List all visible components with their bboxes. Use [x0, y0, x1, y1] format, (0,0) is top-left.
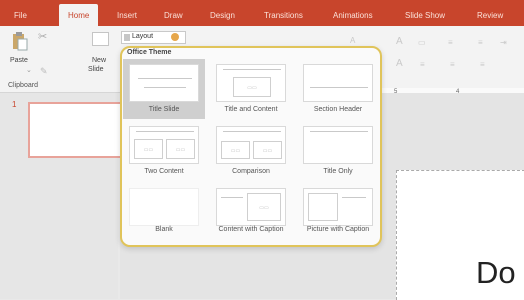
layout-two-content[interactable]: ▭▭ ▭▭ Two Content — [123, 121, 205, 181]
tab-home[interactable]: Home — [59, 4, 99, 26]
tab-transitions[interactable]: Transitions — [264, 0, 303, 26]
layout-content-with-caption-label: Content with Caption — [218, 226, 284, 233]
clear-format-icon[interactable]: ▭ — [418, 38, 426, 47]
layout-picture-with-caption-label: Picture with Caption — [306, 226, 370, 233]
tab-insert[interactable]: Insert — [117, 0, 137, 26]
layout-title-slide[interactable]: Title Slide — [123, 59, 205, 119]
font-color-icon[interactable]: A — [396, 58, 403, 69]
numbering-icon[interactable]: ≡ — [478, 38, 483, 47]
layout-comparison-preview: ▭▭ ▭▭ — [216, 126, 286, 164]
layout-content-with-caption[interactable]: ▭▭ Content with Caption — [210, 183, 292, 243]
layout-title-slide-label: Title Slide — [148, 106, 180, 113]
grow-font-icon[interactable]: A — [396, 36, 403, 47]
align-right-icon[interactable]: ≡ — [480, 60, 485, 69]
layout-title-only-preview — [303, 126, 373, 164]
gallery-title: Office Theme — [127, 49, 172, 56]
tab-draw[interactable]: Draw — [164, 0, 183, 26]
layout-icon — [124, 34, 130, 41]
tab-slide-show[interactable]: Slide Show — [405, 0, 445, 26]
tab-design[interactable]: Design — [210, 0, 235, 26]
paste-dropdown-icon[interactable]: ⌄ — [26, 66, 32, 74]
new-slide-icon[interactable] — [92, 32, 109, 46]
paste-button-label[interactable]: Paste — [10, 57, 28, 64]
indent-icon[interactable]: ⇥ — [500, 38, 507, 47]
layout-title-slide-preview — [129, 64, 199, 102]
new-slide-label-line1[interactable]: New — [92, 57, 106, 64]
font-size-increase-icon[interactable]: A — [350, 36, 355, 45]
layout-title-and-content-label: Title and Content — [224, 106, 278, 113]
align-left-icon[interactable]: ≡ — [420, 60, 425, 69]
cut-icon[interactable]: ✂ — [38, 30, 47, 43]
layout-dropdown-icon[interactable] — [171, 33, 179, 41]
slide-thumbnail[interactable] — [28, 102, 126, 158]
tab-review[interactable]: Review — [477, 0, 503, 26]
layout-button-label: Layout — [132, 33, 154, 40]
paste-icon[interactable] — [12, 31, 28, 51]
layout-title-and-content[interactable]: ▭▭ Title and Content — [210, 59, 292, 119]
layout-title-only[interactable]: Title Only — [297, 121, 379, 181]
layout-blank-preview — [129, 188, 199, 226]
layout-blank-label: Blank — [155, 226, 173, 233]
layout-section-header-label: Section Header — [313, 106, 363, 113]
slide-number: 1 — [12, 100, 17, 109]
tab-animations[interactable]: Animations — [333, 0, 373, 26]
layout-section-header[interactable]: Section Header — [297, 59, 379, 119]
bullets-icon[interactable]: ≡ — [448, 38, 453, 47]
layout-section-header-preview — [303, 64, 373, 102]
layout-blank[interactable]: Blank — [123, 183, 205, 243]
layout-title-and-content-preview: ▭▭ — [216, 64, 286, 102]
layout-content-with-caption-preview: ▭▭ — [216, 188, 286, 226]
format-painter-icon[interactable]: ✎ — [40, 66, 48, 77]
new-slide-label-line2[interactable]: Slide — [88, 66, 104, 73]
ribbon-tab-bar: File Home Insert Draw Design Transitions… — [0, 0, 524, 26]
layout-two-content-label: Two Content — [144, 168, 184, 175]
align-center-icon[interactable]: ≡ — [450, 60, 455, 69]
layout-title-only-label: Title Only — [323, 168, 353, 175]
layout-two-content-preview: ▭▭ ▭▭ — [129, 126, 199, 164]
clipboard-group-label: Clipboard — [8, 82, 38, 89]
layout-comparison[interactable]: ▭▭ ▭▭ Comparison — [210, 121, 292, 181]
layout-button[interactable]: Layout — [121, 31, 186, 44]
layout-comparison-label: Comparison — [232, 168, 270, 175]
layout-gallery: Office Theme Title Slide ▭▭ Title and Co… — [120, 46, 382, 247]
layout-picture-with-caption[interactable]: Picture with Caption — [297, 183, 379, 243]
slide-title-text[interactable]: Do — [476, 255, 516, 291]
layout-picture-with-caption-preview — [303, 188, 373, 226]
tab-file[interactable]: File — [14, 0, 27, 26]
